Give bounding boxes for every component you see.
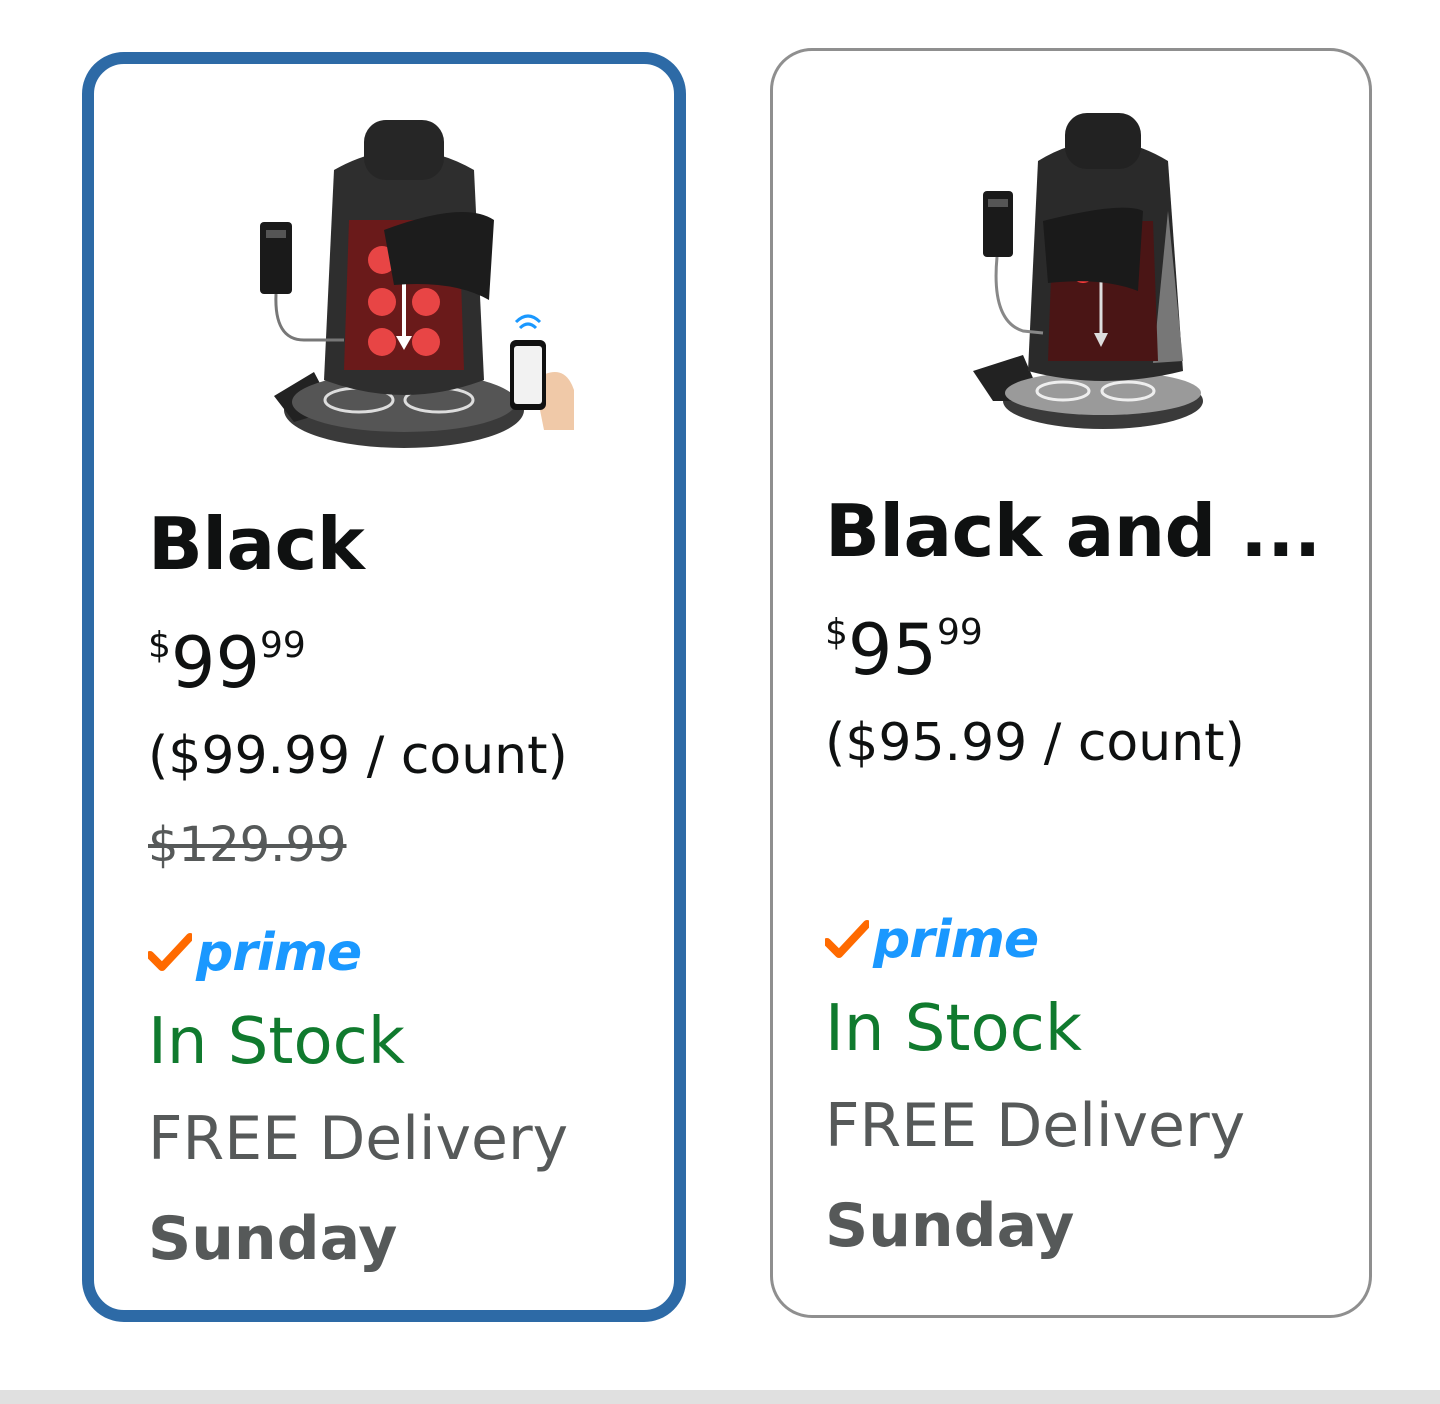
- prime-label: prime: [873, 910, 1039, 970]
- product-image: [234, 110, 594, 450]
- variant-card-black-and[interactable]: Black and ... $9599 ($95.99 / count) pri…: [770, 48, 1372, 1318]
- prime-check-icon: [148, 933, 192, 971]
- variant-card-black[interactable]: Black $9999 ($99.99 / count) $129.99 pri…: [82, 52, 686, 1322]
- price-fraction: 99: [936, 612, 983, 653]
- delivery-label: FREE Delivery: [148, 1104, 569, 1174]
- product-image: [933, 101, 1293, 441]
- price-fraction: 99: [259, 625, 306, 666]
- prime-badge: prime: [825, 905, 1349, 975]
- bottom-divider: [0, 1390, 1440, 1404]
- list-price: $129.99: [148, 817, 347, 873]
- delivery-label: FREE Delivery: [825, 1091, 1246, 1161]
- delivery-day: Sunday: [148, 1204, 398, 1274]
- unit-price: ($95.99 / count): [825, 713, 1245, 773]
- price: $9599: [825, 593, 1349, 690]
- availability: In Stock: [148, 1005, 405, 1079]
- price-symbol: $: [825, 612, 848, 653]
- price-whole: 95: [847, 609, 937, 691]
- prime-check-icon: [825, 920, 869, 958]
- price-symbol: $: [148, 625, 171, 666]
- prime-badge: prime: [148, 918, 654, 988]
- variant-name: Black and ...: [825, 489, 1321, 573]
- delivery-day: Sunday: [825, 1191, 1075, 1261]
- variant-name: Black: [148, 502, 365, 586]
- price-whole: 99: [170, 622, 260, 704]
- unit-price: ($99.99 / count): [148, 726, 568, 786]
- price: $9999: [148, 606, 654, 703]
- availability: In Stock: [825, 992, 1082, 1066]
- prime-label: prime: [196, 923, 362, 983]
